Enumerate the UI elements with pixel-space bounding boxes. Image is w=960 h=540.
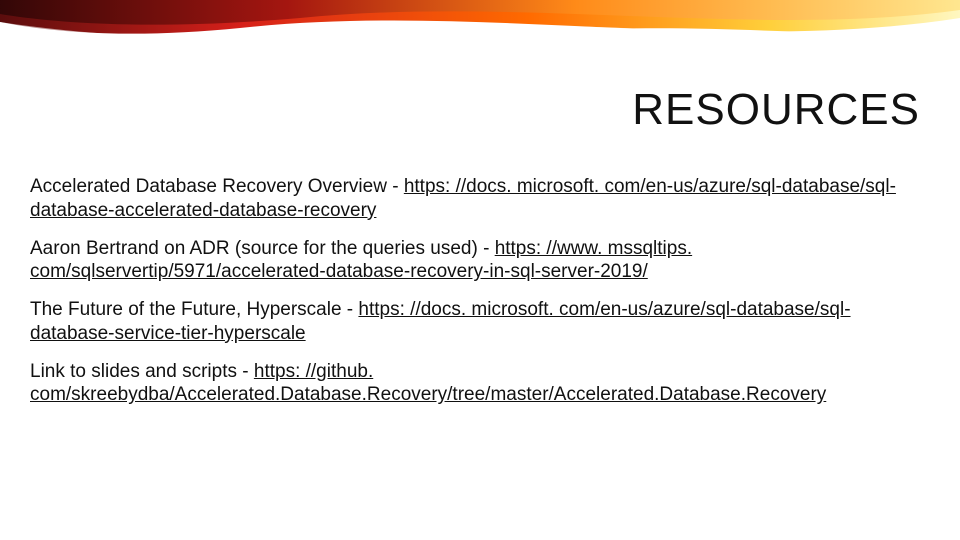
resource-item: Accelerated Database Recovery Overview -… (30, 175, 930, 223)
resource-item: Aaron Bertrand on ADR (source for the qu… (30, 237, 930, 285)
resource-item: Link to slides and scripts - https: //gi… (30, 360, 930, 408)
slide: RESOURCES Accelerated Database Recovery … (0, 0, 960, 540)
resource-text: Link to slides and scripts - (30, 361, 254, 382)
decorative-banner (0, 0, 960, 65)
slide-title: RESOURCES (632, 85, 920, 135)
resource-text: Accelerated Database Recovery Overview - (30, 176, 404, 197)
resource-text: Aaron Bertrand on ADR (source for the qu… (30, 238, 495, 259)
slide-body: Accelerated Database Recovery Overview -… (30, 175, 930, 421)
resource-item: The Future of the Future, Hyperscale - h… (30, 298, 930, 346)
resource-text: The Future of the Future, Hyperscale - (30, 299, 358, 320)
